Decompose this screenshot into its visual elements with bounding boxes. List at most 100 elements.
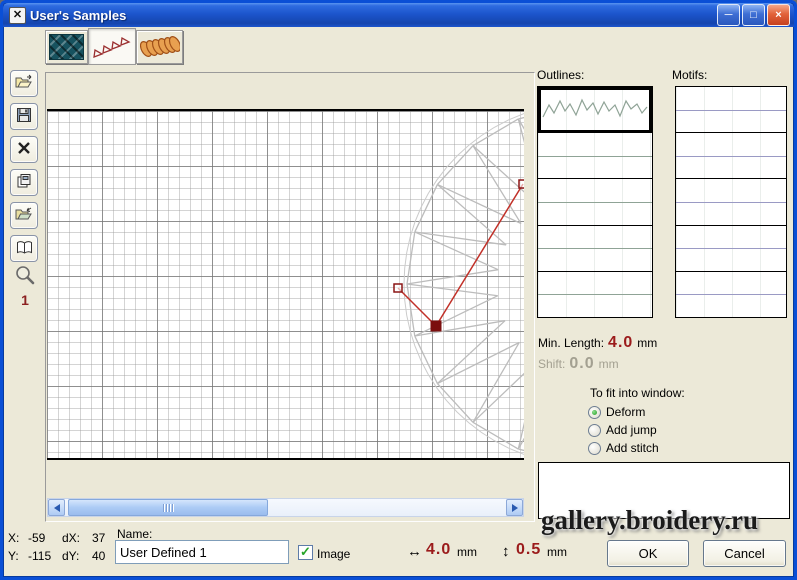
sample-cell[interactable]	[676, 87, 786, 133]
watermark: gallery.broidery.ru	[541, 505, 758, 536]
empty-sample-line	[676, 294, 786, 295]
name-input[interactable]	[115, 540, 289, 564]
radio-label: Add jump	[606, 423, 657, 437]
selected-stitch-handle[interactable]	[431, 321, 441, 331]
save-icon	[16, 107, 32, 126]
triangle-pattern-image	[92, 33, 132, 60]
catalog-button[interactable]	[10, 235, 38, 262]
scroll-track[interactable]	[65, 499, 506, 516]
grip-mark	[163, 504, 164, 512]
min-length-label: Min. Length:	[538, 336, 604, 350]
width-value[interactable]: 4.0	[426, 541, 451, 559]
scroll-left-button[interactable]	[48, 499, 65, 516]
canvas-panel	[45, 72, 535, 522]
maximize-button[interactable]: □	[742, 4, 765, 26]
sample-cell[interactable]	[538, 179, 652, 225]
left-arrow-icon	[54, 504, 60, 512]
save-button[interactable]	[10, 103, 38, 130]
dy-label: dY:	[62, 549, 79, 563]
ok-button[interactable]: OK	[607, 540, 689, 567]
open-button[interactable]	[10, 70, 38, 97]
import-button[interactable]	[10, 202, 38, 229]
window-controls: ─ □ ×	[717, 4, 790, 26]
image-checkbox[interactable]: ✓	[298, 545, 313, 560]
dy-value: 40	[92, 549, 105, 563]
sample-cell[interactable]	[676, 133, 786, 179]
fit-option-add-jump[interactable]: Add jump	[588, 421, 659, 439]
empty-sample-line	[676, 202, 786, 203]
horizontal-arrow-icon: ↔	[407, 543, 422, 560]
close-button[interactable]: ×	[767, 4, 790, 26]
stitch-handle[interactable]	[394, 284, 402, 292]
open-icon	[15, 74, 33, 93]
grip-mark	[169, 504, 170, 512]
sample-cell[interactable]	[538, 272, 652, 317]
import-icon	[15, 206, 33, 225]
magnifier-icon	[14, 264, 36, 286]
radio-label: Add stitch	[606, 441, 659, 455]
shift-row: Shift: 0.0 mm	[538, 355, 619, 373]
empty-sample-line	[676, 248, 786, 249]
sample-cell[interactable]	[676, 272, 786, 317]
scissors-icon: ✕	[9, 7, 26, 24]
min-length-value[interactable]: 4.0	[608, 334, 633, 352]
motifs-list[interactable]	[675, 86, 787, 318]
empty-sample-line	[538, 294, 652, 295]
motifs-label: Motifs:	[672, 68, 707, 82]
vertical-arrow-icon: ↕	[502, 543, 510, 560]
horizontal-scrollbar[interactable]	[47, 498, 524, 517]
y-value: -115	[28, 549, 51, 563]
fit-into-window-label: To fit into window:	[590, 386, 685, 400]
outlines-label: Outlines:	[537, 68, 584, 82]
x-label: X:	[8, 531, 19, 545]
delete-icon	[17, 141, 31, 158]
fit-options-group: Deform Add jump Add stitch	[588, 403, 659, 457]
title-bar: ✕ User's Samples ─ □ ×	[3, 3, 794, 27]
outlines-list[interactable]	[537, 86, 653, 318]
scroll-right-button[interactable]	[506, 499, 523, 516]
fit-option-add-stitch[interactable]: Add stitch	[588, 439, 659, 457]
copy-icon	[16, 173, 32, 192]
stitch-handle[interactable]	[519, 180, 524, 188]
scroll-thumb[interactable]	[68, 499, 268, 516]
users-samples-dialog: ✕ User's Samples ─ □ ×	[0, 0, 797, 580]
empty-sample-line	[676, 156, 786, 157]
copy-button[interactable]	[10, 169, 38, 196]
cancel-button[interactable]: Cancel	[703, 540, 786, 567]
satin-pattern-image	[49, 34, 84, 60]
empty-sample-line	[676, 110, 786, 111]
radio-label: Deform	[606, 405, 645, 419]
delete-button[interactable]	[10, 136, 38, 163]
dx-value: 37	[92, 531, 105, 545]
radio-button[interactable]	[588, 424, 601, 437]
sample-cell[interactable]	[676, 179, 786, 225]
x-value: -59	[28, 531, 45, 545]
image-checkbox-label: Image	[317, 547, 350, 561]
motif-sample-button[interactable]	[136, 30, 183, 64]
radio-button[interactable]	[588, 442, 601, 455]
height-unit: mm	[547, 545, 567, 559]
fit-option-deform[interactable]: Deform	[588, 403, 659, 421]
sample-cell[interactable]	[538, 87, 652, 133]
sample-cell[interactable]	[676, 226, 786, 272]
minimize-button[interactable]: ─	[717, 4, 740, 26]
window-title: User's Samples	[30, 8, 717, 23]
zoom-level: 1	[12, 292, 38, 308]
y-label: Y:	[8, 549, 19, 563]
pattern-drawing	[47, 111, 524, 458]
outline-sample-button[interactable]	[88, 28, 136, 65]
coil-pattern-image	[140, 34, 180, 60]
empty-sample-line	[538, 248, 652, 249]
sample-cell[interactable]	[538, 226, 652, 272]
empty-sample-line	[538, 202, 652, 203]
empty-sample-line	[538, 156, 652, 157]
catalog-icon	[16, 240, 33, 258]
sample-cell[interactable]	[538, 133, 652, 179]
grip-mark	[172, 504, 173, 512]
height-value[interactable]: 0.5	[516, 541, 541, 559]
name-label: Name:	[117, 527, 152, 541]
radio-button[interactable]	[588, 406, 601, 419]
width-unit: mm	[457, 545, 477, 559]
satin-sample-button[interactable]	[45, 30, 88, 64]
stitch-canvas[interactable]	[47, 109, 524, 460]
